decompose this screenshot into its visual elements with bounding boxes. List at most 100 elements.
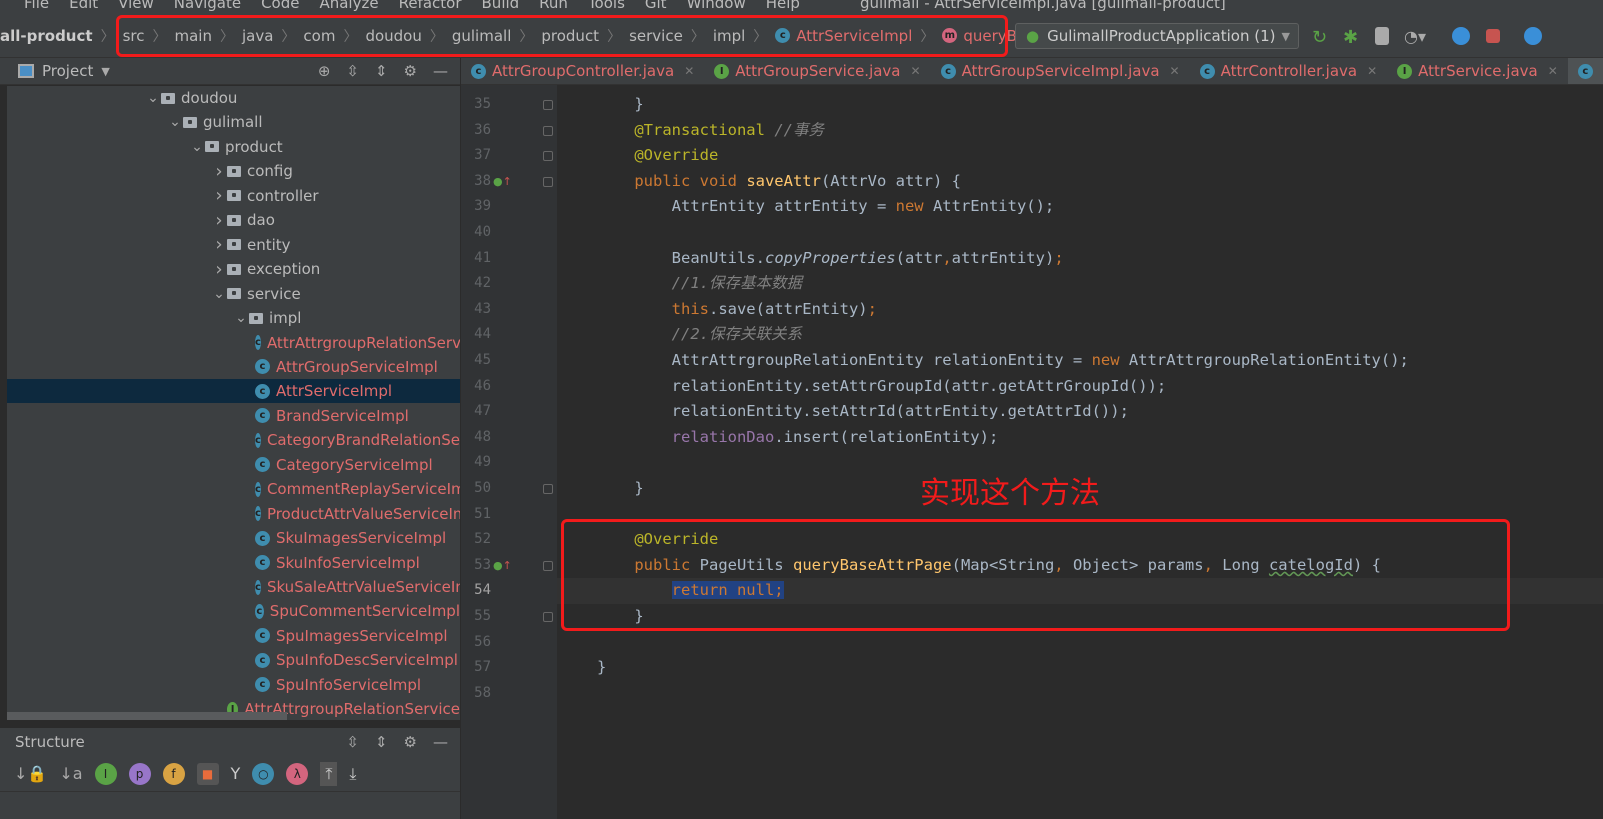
fold-icon[interactable] — [543, 176, 553, 187]
project-panel-title[interactable]: Project — [42, 62, 93, 80]
code-line[interactable]: relationDao.insert(relationEntity); — [557, 425, 1603, 451]
gauge-icon-2[interactable] — [1524, 27, 1542, 45]
editor-tab[interactable]: c AttrGroupServiceImpl.java ✕ — [931, 58, 1190, 84]
sort-alpha-icon[interactable]: ↓a — [59, 764, 82, 783]
hide-icon[interactable]: — — [433, 733, 448, 751]
hide-icon[interactable]: — — [433, 62, 448, 80]
menu-help[interactable]: Help — [766, 0, 800, 12]
code-line[interactable]: this.save(attrEntity); — [557, 297, 1603, 323]
code-line[interactable] — [557, 630, 1603, 656]
non-public-icon[interactable]: ■ — [196, 762, 219, 785]
tree-item[interactable]: ⌄ impl — [7, 306, 460, 330]
fold-icon[interactable] — [543, 484, 553, 494]
lambda-icon[interactable]: ○ — [252, 762, 275, 785]
tree-item[interactable]: c ProductAttrValueServiceImpl — [7, 502, 460, 526]
menu-file[interactable]: File — [24, 0, 49, 12]
code-line[interactable] — [557, 220, 1603, 246]
editor-tab-active[interactable]: c — [1567, 58, 1603, 84]
gear-icon[interactable]: ⚙ — [404, 733, 417, 751]
code-line[interactable]: @Override — [557, 143, 1603, 169]
collapse-all-icon[interactable]: ⇕ — [375, 733, 388, 751]
code-line[interactable]: BeanUtils.copyProperties(attr,attrEntity… — [557, 246, 1603, 272]
tree-item[interactable]: ⌄ doudou — [7, 86, 460, 110]
editor-tab[interactable]: c AttrController.java ✕ — [1190, 58, 1388, 84]
tree-item[interactable]: ⌄ product — [7, 135, 460, 159]
tree-item[interactable]: c SpuInfoDescServiceImpl — [7, 648, 460, 672]
tree-item[interactable]: c SpuCommentServiceImpl — [7, 599, 460, 623]
code-editor[interactable]: 35 36 37 38 ●↑ 39 40 41 42 43 44 45 46 47 48 49 50 51 52 53… — [461, 85, 1603, 819]
code-line[interactable]: } — [557, 655, 1603, 681]
sort-visibility-icon[interactable]: ↓🔒 — [14, 764, 47, 783]
code-line[interactable]: relationEntity.setAttrGroupId(attr.getAt… — [557, 374, 1603, 400]
fields-icon[interactable]: f — [162, 762, 185, 785]
fold-icon[interactable] — [543, 100, 553, 110]
menu-build[interactable]: Build — [482, 0, 520, 12]
chevron-down-icon[interactable]: ⌄ — [211, 286, 227, 302]
fold-icon[interactable] — [543, 125, 553, 136]
tree-item[interactable]: c AttrServiceImpl — [7, 379, 460, 404]
close-icon[interactable]: ✕ — [1367, 64, 1377, 78]
chevron-down-icon[interactable]: ⌄ — [145, 90, 161, 106]
tree-item[interactable]: c SkuInfoServiceImpl — [7, 551, 460, 575]
tree-item[interactable]: c AttrGroupServiceImpl — [7, 355, 460, 379]
menu-edit[interactable]: Edit — [69, 0, 98, 12]
expand-all-icon[interactable]: ⇳ — [346, 62, 359, 80]
menu-git[interactable]: Git — [645, 0, 667, 12]
tree-item[interactable]: ⌄ service — [7, 282, 460, 306]
autoscroll-from-source-icon[interactable]: ⤓ — [349, 764, 356, 784]
properties-icon[interactable]: p — [128, 762, 151, 785]
chevron-down-icon[interactable]: ⌄ — [189, 139, 205, 155]
tree-item[interactable]: ⌄ gulimall — [7, 110, 460, 134]
implements-method-icon[interactable]: ●↑ — [493, 175, 512, 188]
menu-view[interactable]: View — [118, 0, 154, 12]
tree-item[interactable]: › dao — [7, 208, 460, 232]
run-configuration-select[interactable]: ● GulimallProductApplication (1) ▼ — [1015, 23, 1299, 49]
rerun-icon[interactable]: ↻ — [1312, 27, 1330, 48]
code-line[interactable]: AttrAttrgroupRelationEntity relationEnti… — [557, 348, 1603, 374]
menu-tools[interactable]: Tools — [588, 0, 625, 12]
locate-icon[interactable]: ⊕ — [318, 62, 331, 80]
chevron-right-icon[interactable]: › — [211, 234, 227, 255]
tree-item[interactable]: › controller — [7, 184, 460, 208]
editor-tab[interactable]: I AttrService.java ✕ — [1387, 58, 1568, 84]
autoscroll-to-source-icon[interactable]: ⤒ — [320, 761, 338, 786]
close-icon[interactable]: ✕ — [1548, 64, 1558, 78]
menu-run[interactable]: Run — [539, 0, 568, 12]
tree-item[interactable]: › config — [7, 159, 460, 183]
gauge-icon[interactable] — [1452, 27, 1470, 45]
gear-icon[interactable]: ⚙ — [404, 62, 417, 80]
code-line[interactable]: //2.保存关联关系 — [557, 322, 1603, 348]
tree-item[interactable]: c SpuImagesServiceImpl — [7, 624, 460, 648]
collapse-all-icon[interactable]: ⇕ — [375, 62, 388, 80]
breadcrumb-module[interactable]: all-product — [0, 27, 93, 45]
tree-item[interactable]: c CommentReplayServiceImpl — [7, 477, 460, 501]
menu-code[interactable]: Code — [261, 0, 299, 12]
tree-item[interactable]: c SpuInfoServiceImpl — [7, 673, 460, 697]
tree-item[interactable]: c SkuImagesServiceImpl — [7, 526, 460, 550]
fold-icon[interactable] — [543, 612, 553, 622]
code-line[interactable]: @Transactional //事务 — [557, 118, 1603, 144]
fold-icon[interactable] — [543, 560, 553, 571]
chevron-right-icon[interactable]: › — [211, 259, 227, 280]
chevron-down-icon[interactable]: ⌄ — [233, 310, 249, 326]
chevron-down-icon[interactable]: ⌄ — [167, 114, 183, 130]
code-line[interactable]: AttrEntity attrEntity = new AttrEntity()… — [557, 194, 1603, 220]
chevron-right-icon[interactable]: › — [211, 210, 227, 231]
debug-icon[interactable]: ✱ — [1343, 27, 1361, 48]
menu-refactor[interactable]: Refactor — [399, 0, 462, 12]
editor-tab[interactable]: c AttrGroupController.java ✕ — [461, 58, 704, 84]
code-line[interactable] — [557, 681, 1603, 707]
close-icon[interactable]: ✕ — [911, 64, 921, 78]
close-icon[interactable]: ✕ — [684, 64, 694, 78]
tree-item[interactable]: › exception — [7, 257, 460, 281]
tree-item[interactable]: c SkuSaleAttrValueServiceImpl — [7, 575, 460, 599]
tree-item[interactable]: c BrandServiceImpl — [7, 404, 460, 428]
profiler-icon[interactable]: ◔▾ — [1404, 27, 1426, 46]
menu-window[interactable]: Window — [687, 0, 746, 12]
chevron-right-icon[interactable]: › — [211, 185, 227, 206]
chevron-down-icon[interactable]: ▼ — [101, 65, 109, 78]
tree-item[interactable]: › entity — [7, 233, 460, 257]
menu-analyze[interactable]: Analyze — [319, 0, 378, 12]
anonymous-icon[interactable]: Y — [231, 764, 241, 783]
code-line[interactable]: public void saveAttr(AttrVo attr) { — [557, 169, 1603, 195]
